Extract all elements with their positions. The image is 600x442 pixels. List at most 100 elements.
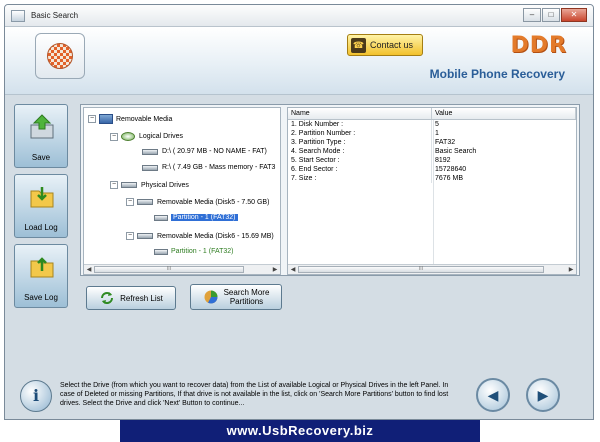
instruction-text: Select the Drive (from which you want to… <box>60 382 449 407</box>
column-divider <box>433 120 434 266</box>
tree-node-logical-drives[interactable]: − Logical Drives <box>110 132 183 141</box>
tree-label-physical: Physical Drives <box>141 181 189 189</box>
load-log-button[interactable]: Load Log <box>14 174 68 238</box>
brand-name: DDR <box>510 33 567 58</box>
search-more-label: Search More Partitions <box>224 288 270 306</box>
logo <box>35 33 85 79</box>
logical-drives-icon <box>121 132 135 141</box>
drive-tree[interactable]: − Removable Media − Logical Drives D:\ (… <box>83 107 281 275</box>
detail-name-cell: 1. Disk Number : <box>288 120 432 129</box>
info-icon: i <box>20 380 52 412</box>
scroll-left-icon[interactable]: ◀ <box>84 265 94 275</box>
scroll-thumb[interactable]: III <box>94 266 244 273</box>
back-button[interactable]: ◀ <box>476 378 510 412</box>
title-bar: Basic Search – □ ✕ <box>5 5 593 27</box>
sidebar: Save Load Log Save Log <box>14 104 72 314</box>
tree-node-disk6[interactable]: − Removable Media (Disk6 - 15.69 MB) <box>126 232 274 240</box>
window-controls: – □ ✕ <box>522 8 587 22</box>
save-button[interactable]: Save <box>14 104 68 168</box>
folder-open-icon <box>30 187 54 208</box>
details-rows: 1. Disk Number :5 2. Partition Number :13… <box>288 120 576 183</box>
tree-label-drive-d: D:\ ( 20.97 MB - NO NAME - FAT) <box>162 148 267 155</box>
app-icon <box>11 9 25 22</box>
detail-name-cell: 2. Partition Number : <box>288 129 432 138</box>
header-banner: ☎ Contact us DDR Mobile Phone Recovery <box>5 27 593 95</box>
tree-label-disk6-partition: Partition - 1 (FAT32) <box>171 248 234 255</box>
logo-ball-icon <box>47 43 73 69</box>
details-list[interactable]: Name Value 1. Disk Number :5 2. Partition… <box>287 107 577 275</box>
physical-drives-icon <box>121 182 137 188</box>
drives-panel: − Removable Media − Logical Drives D:\ (… <box>80 104 580 276</box>
tree-node-disk6-partition[interactable]: Partition - 1 (FAT32) <box>154 248 234 255</box>
scroll-right-icon[interactable]: ▶ <box>270 265 280 275</box>
window-title: Basic Search <box>31 11 79 20</box>
detail-value-cell: Basic Search <box>435 148 477 155</box>
contact-us-button[interactable]: ☎ Contact us <box>347 34 423 56</box>
detail-value-cell: 8192 <box>435 157 451 164</box>
tree-label-drive-r: R:\ ( 7.49 GB - Mass memory - FAT3 <box>162 164 276 171</box>
list-item[interactable]: 2. Partition Number :1 <box>288 129 576 138</box>
collapse-icon[interactable]: − <box>110 181 118 189</box>
tree-label-disk6: Removable Media (Disk6 - 15.69 MB) <box>157 232 274 240</box>
save-log-button[interactable]: Save Log <box>14 244 68 308</box>
detail-name-cell: 4. Search Mode : <box>288 147 432 156</box>
phone-contact-icon: ☎ <box>351 37 366 53</box>
detail-value-cell: 1 <box>435 130 439 137</box>
list-item[interactable]: 7. Size :7676 MB <box>288 174 576 183</box>
collapse-icon[interactable]: − <box>110 132 118 141</box>
tree-node-drive-r[interactable]: R:\ ( 7.49 GB - Mass memory - FAT3 <box>142 164 275 171</box>
contact-us-label: Contact us <box>370 40 414 50</box>
tree-node-disk5-partition[interactable]: Partition - 1 (FAT32) <box>154 214 238 221</box>
detail-name-cell: 5. Start Sector : <box>288 156 432 165</box>
list-item[interactable]: 1. Disk Number :5 <box>288 120 576 129</box>
collapse-icon[interactable]: − <box>88 115 96 123</box>
detail-value-cell: 5 <box>435 121 439 128</box>
detail-value-cell: FAT32 <box>435 139 456 146</box>
maximize-button[interactable]: □ <box>542 8 560 22</box>
column-header-value[interactable]: Value <box>432 108 576 119</box>
list-item[interactable]: 4. Search Mode : Basic Search <box>288 147 576 156</box>
refresh-icon <box>101 292 114 304</box>
computer-icon <box>99 114 113 124</box>
product-name: Mobile Phone Recovery <box>429 67 565 81</box>
tree-node-root[interactable]: − Removable Media <box>88 114 172 124</box>
save-log-label: Save Log <box>24 293 58 302</box>
tree-horizontal-scrollbar[interactable]: ◀ III ▶ <box>84 264 280 274</box>
next-button[interactable]: ▶ <box>526 378 560 412</box>
website-url: www.UsbRecovery.biz <box>120 420 480 442</box>
collapse-icon[interactable]: − <box>126 232 134 240</box>
tree-node-drive-d[interactable]: D:\ ( 20.97 MB - NO NAME - FAT) <box>142 148 267 155</box>
details-horizontal-scrollbar[interactable]: ◀ III ▶ <box>288 264 576 274</box>
refresh-list-label: Refresh List <box>120 293 163 303</box>
tree-node-disk5[interactable]: − Removable Media (Disk5 - 7.50 GB) <box>126 198 269 206</box>
list-item[interactable]: 5. Start Sector :8192 <box>288 156 576 165</box>
list-item[interactable]: 6. End Sector :15728640 <box>288 165 576 174</box>
save-label: Save <box>31 153 51 162</box>
load-log-label: Load Log <box>24 223 58 232</box>
tree-node-physical-drives[interactable]: − Physical Drives <box>110 181 189 189</box>
search-more-partitions-button[interactable]: Search More Partitions <box>190 284 282 310</box>
drive-icon <box>137 199 153 205</box>
scroll-right-icon[interactable]: ▶ <box>566 265 576 275</box>
tree-label-logical: Logical Drives <box>139 133 183 140</box>
detail-name-cell: 3. Partition Type : <box>288 138 432 147</box>
tree-label-root: Removable Media <box>116 115 173 123</box>
scroll-left-icon[interactable]: ◀ <box>288 265 298 275</box>
partition-icon <box>154 248 168 255</box>
detail-name-cell: 7. Size : <box>288 174 432 183</box>
close-button[interactable]: ✕ <box>561 8 587 22</box>
tree-label-disk5-partition: Partition - 1 (FAT32) <box>171 214 238 221</box>
column-header-name[interactable]: Name <box>288 108 432 119</box>
minimize-button[interactable]: – <box>523 8 541 22</box>
drive-icon <box>142 164 158 171</box>
drive-icon <box>142 148 158 155</box>
collapse-icon[interactable]: − <box>126 198 134 206</box>
save-icon <box>30 114 54 139</box>
scroll-thumb[interactable]: III <box>298 266 544 273</box>
folder-save-icon <box>30 257 54 278</box>
list-item[interactable]: 3. Partition Type : FAT32 <box>288 138 576 147</box>
footer-bar: i Select the Drive (from which you want … <box>14 375 584 413</box>
detail-value-cell: 15728640 <box>435 166 467 173</box>
search-more-label-line2: Partitions <box>229 297 264 306</box>
refresh-list-button[interactable]: Refresh List <box>86 286 176 310</box>
